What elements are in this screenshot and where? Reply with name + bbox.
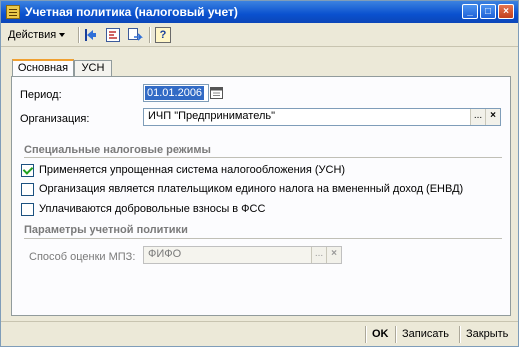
divider (24, 157, 502, 158)
actions-menu-label: Действия (8, 29, 57, 41)
tab-main[interactable]: Основная (12, 59, 74, 76)
mpz-value: ФИФО (148, 248, 182, 260)
button-bar: OK Записать Закрыть (1, 321, 518, 347)
fss-checkbox[interactable] (21, 203, 34, 216)
toolbar-divider (78, 27, 79, 43)
minimize-button[interactable]: _ (462, 4, 478, 19)
clear-button[interactable]: × (326, 247, 341, 263)
structure-icon[interactable] (105, 27, 121, 43)
tax-regimes-heading: Специальные налоговые режимы (24, 144, 211, 156)
toolbar: Действия ? (1, 24, 518, 47)
tab-panel: Период: 01.01.2006 Организация: ИЧП "Пре… (11, 76, 511, 316)
document-icon (6, 5, 20, 19)
usn-checkbox-label[interactable]: Применяется упрощенная система налогообл… (39, 164, 345, 176)
period-field[interactable]: 01.01.2006 (143, 84, 209, 102)
back-arrow-icon[interactable] (83, 27, 99, 43)
organization-value: ИЧП "Предприниматель" (148, 110, 276, 122)
related-documents-icon[interactable] (127, 27, 143, 43)
organization-label: Организация: (20, 113, 90, 125)
ok-button[interactable]: OK (370, 325, 391, 344)
tab-usn[interactable]: УСН (74, 60, 112, 76)
dropdown-arrow-icon (59, 33, 66, 38)
save-button[interactable]: Записать (400, 325, 451, 344)
mpz-label: Способ оценки МПЗ: (29, 251, 136, 263)
period-label: Период: (20, 89, 62, 101)
calendar-icon[interactable] (210, 86, 223, 99)
envd-checkbox-label[interactable]: Организация является плательщиком единог… (39, 183, 463, 195)
title-bar[interactable]: Учетная политика (налоговый учет) _ □ × (1, 1, 518, 23)
envd-checkbox[interactable] (21, 183, 34, 196)
divider (395, 326, 396, 343)
divider (365, 326, 366, 343)
help-icon[interactable]: ? (155, 27, 171, 43)
accounting-policy-heading: Параметры учетной политики (24, 224, 188, 236)
period-value: 01.01.2006 (145, 86, 205, 100)
close-button[interactable]: Закрыть (464, 325, 510, 344)
dialog-window: Учетная политика (налоговый учет) _ □ × … (0, 0, 519, 347)
organization-field[interactable]: ИЧП "Предприниматель" ... × (143, 108, 501, 126)
select-button[interactable]: ... (311, 247, 326, 263)
close-window-button[interactable]: × (498, 4, 514, 19)
mpz-field[interactable]: ФИФО ... × (143, 246, 342, 264)
toolbar-divider (149, 27, 150, 43)
clear-button[interactable]: × (485, 109, 500, 125)
select-button[interactable]: ... (470, 109, 485, 125)
divider (24, 238, 502, 239)
window-title: Учетная политика (налоговый учет) (25, 5, 238, 19)
usn-checkbox[interactable] (21, 164, 34, 177)
divider (459, 326, 460, 343)
actions-menu[interactable]: Действия (5, 26, 68, 44)
fss-checkbox-label[interactable]: Уплачиваются добровольные взносы в ФСС (39, 203, 265, 215)
maximize-button[interactable]: □ (480, 4, 496, 19)
